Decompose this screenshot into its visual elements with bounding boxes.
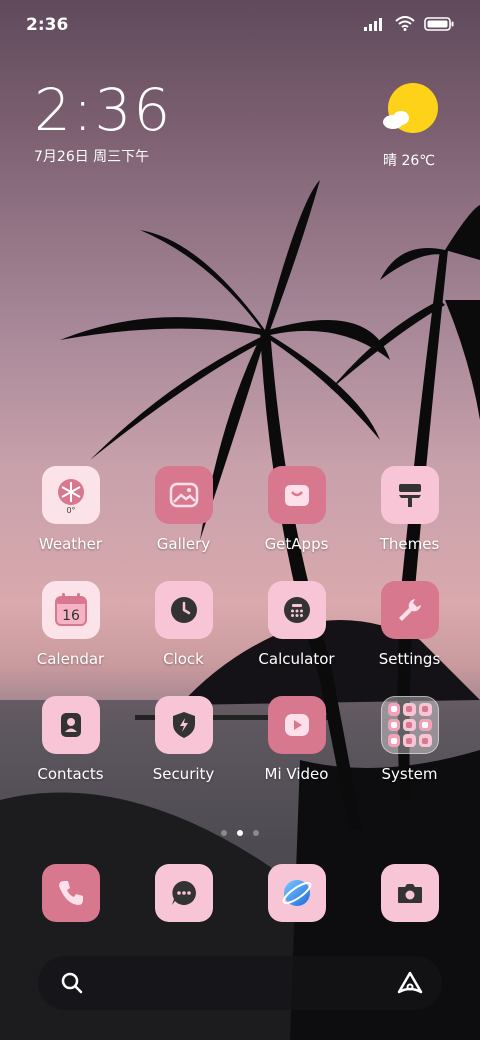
paint-roller-icon (380, 466, 439, 524)
clock-icon (154, 581, 213, 639)
mini-app-icon (418, 718, 432, 732)
weather-widget[interactable]: 晴 26℃ (374, 82, 444, 170)
dock-messages[interactable] (127, 864, 240, 922)
wifi-icon (395, 16, 415, 31)
app-getapps[interactable]: GetApps (240, 466, 353, 553)
status-bar: 2:36 (0, 0, 480, 50)
app-themes[interactable]: Themes (353, 466, 466, 553)
app-label: Clock (163, 650, 204, 668)
app-label: Mi Video (264, 765, 329, 783)
shield-lightning-icon (154, 696, 213, 754)
dock (14, 864, 466, 922)
search-bar[interactable] (38, 956, 442, 1010)
app-mi-video[interactable]: Mi Video (240, 696, 353, 783)
app-security[interactable]: Security (127, 696, 240, 783)
mini-app-icon (403, 703, 416, 716)
app-grid: 0° Weather Gallery GetApps Themes 16 Cal… (14, 466, 466, 783)
play-icon (267, 696, 326, 754)
app-calendar[interactable]: 16 Calendar (14, 581, 127, 668)
dock-browser[interactable] (240, 864, 353, 922)
app-calculator[interactable]: Calculator (240, 581, 353, 668)
app-label: System (381, 765, 438, 783)
assistant-icon[interactable] (396, 970, 424, 996)
app-label: Calculator (258, 650, 335, 668)
app-settings[interactable]: Settings (353, 581, 466, 668)
app-label: GetApps (264, 535, 329, 553)
app-label: Weather (38, 535, 103, 553)
app-weather[interactable]: 0° Weather (14, 466, 127, 553)
calendar-icon: 16 (41, 581, 100, 639)
image-icon (154, 466, 213, 524)
page-dot (221, 830, 227, 836)
mini-app-icon (387, 718, 401, 732)
mini-app-icon (418, 734, 432, 747)
mini-app-icon (403, 734, 416, 747)
app-gallery[interactable]: Gallery (127, 466, 240, 553)
message-icon (154, 864, 213, 922)
snowflake-icon: 0° (41, 466, 100, 524)
app-label: Calendar (36, 650, 105, 668)
camera-icon (380, 864, 439, 922)
page-dot (253, 830, 259, 836)
browser-icon (267, 864, 326, 922)
status-time: 2:36 (26, 15, 69, 35)
mini-app-icon (387, 734, 401, 747)
mini-app-icon (403, 718, 416, 732)
app-label: Gallery (156, 535, 211, 553)
dock-camera[interactable] (353, 864, 466, 922)
wrench-icon (380, 581, 439, 639)
clock-widget[interactable]: 2:36 7月26日 周三下午 (34, 78, 172, 166)
page-indicator (0, 830, 480, 836)
shopping-bag-icon (267, 466, 326, 524)
app-label: Themes (379, 535, 440, 553)
svg-text:0°: 0° (66, 506, 75, 515)
app-system-folder[interactable]: System (353, 696, 466, 783)
page-dot-active (237, 830, 243, 836)
phone-icon (41, 864, 100, 922)
calculator-icon (267, 581, 326, 639)
app-contacts[interactable]: Contacts (14, 696, 127, 783)
folder-icon (380, 696, 439, 754)
sun-cloud-icon (383, 83, 438, 133)
search-icon[interactable] (60, 971, 84, 995)
weather-text: 晴 26℃ (383, 153, 435, 169)
battery-icon (424, 16, 454, 31)
signal-icon (364, 17, 382, 31)
contact-card-icon (41, 696, 100, 754)
dock-phone[interactable] (14, 864, 127, 922)
app-label: Settings (378, 650, 441, 668)
mini-app-icon (387, 703, 401, 716)
app-label: Security (152, 765, 215, 783)
calendar-day: 16 (62, 608, 80, 624)
app-label: Contacts (37, 765, 104, 783)
widget-date: 7月26日 周三下午 (34, 149, 150, 165)
widget-time: 2:36 (34, 76, 173, 144)
app-clock[interactable]: Clock (127, 581, 240, 668)
mini-app-icon (418, 703, 432, 716)
